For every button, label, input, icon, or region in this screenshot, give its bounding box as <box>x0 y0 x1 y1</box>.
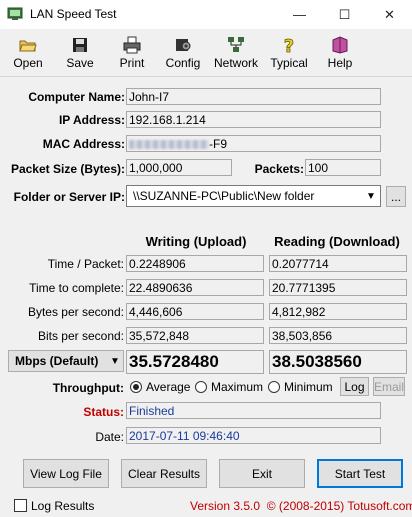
config-gear-icon <box>176 39 191 51</box>
time-per-packet-read: 0.2077714 <box>269 255 407 272</box>
ip-address-field: 192.168.1.214 <box>126 111 381 128</box>
exit-button[interactable]: Exit <box>219 459 305 488</box>
browse-button[interactable]: ... <box>386 186 406 207</box>
svg-text:?: ? <box>284 36 294 54</box>
bytes-per-second-label: Bytes per second: <box>27 305 124 319</box>
status-field: Finished <box>126 402 381 419</box>
time-to-complete-label: Time to complete: <box>29 281 124 295</box>
throughput-label: Throughput: <box>52 381 124 395</box>
bits-per-second-write: 35,572,848 <box>126 327 264 344</box>
throughput-minimum-radio[interactable]: Minimum <box>268 380 333 394</box>
computer-name-field: John-I7 <box>126 88 381 105</box>
chevron-down-icon[interactable]: ▼ <box>362 191 380 202</box>
throughput-average-radio[interactable]: Average <box>130 380 190 394</box>
throughput-maximum-radio[interactable]: Maximum <box>195 380 263 394</box>
packet-size-field[interactable]: 1,000,000 <box>126 159 232 176</box>
packets-field[interactable]: 100 <box>305 159 381 176</box>
email-button[interactable]: Email <box>373 377 405 396</box>
bytes-per-second-read: 4,812,982 <box>269 303 407 320</box>
date-field: 2017-07-11 09:46:40 <box>126 427 381 444</box>
clear-results-button[interactable]: Clear Results <box>121 459 207 488</box>
app-icon <box>7 6 23 22</box>
toolbar-config-button[interactable]: Config <box>162 36 204 74</box>
bytes-per-second-write: 4,446,606 <box>126 303 264 320</box>
toolbar-print-button[interactable]: Print <box>113 36 151 74</box>
mac-address-label: MAC Address: <box>42 137 125 151</box>
time-per-packet-write: 0.2248906 <box>126 255 264 272</box>
folder-server-value: \\SUZANNE-PC\Public\New folder <box>133 189 315 203</box>
view-log-file-button[interactable]: View Log File <box>23 459 109 488</box>
open-folder-icon <box>19 40 37 52</box>
packet-size-label: Packet Size (Bytes): <box>10 162 125 176</box>
folder-server-label: Folder or Server IP: <box>13 190 125 204</box>
computer-name-label: Computer Name: <box>28 90 125 104</box>
folder-server-combo[interactable]: \\SUZANNE-PC\Public\New folder ▼ <box>126 185 381 207</box>
status-label: Status: <box>83 405 124 419</box>
log-button[interactable]: Log <box>340 377 369 396</box>
toolbar-typical-button[interactable]: ? Typical <box>268 36 310 74</box>
log-results-checkbox[interactable] <box>14 499 27 512</box>
window-title: LAN Speed Test <box>30 7 117 21</box>
start-test-button[interactable]: Start Test <box>317 459 403 488</box>
minimize-button[interactable]: — <box>277 0 322 29</box>
log-results-label: Log Results <box>31 499 95 513</box>
time-to-complete-read: 20.7771395 <box>269 279 407 296</box>
close-button[interactable]: ✕ <box>367 0 412 29</box>
maximize-button[interactable]: ☐ <box>322 0 367 29</box>
writing-header: Writing (Upload) <box>145 234 247 249</box>
chevron-down-icon[interactable]: ▼ <box>107 356 123 367</box>
mac-redacted <box>129 140 209 150</box>
floppy-disk-icon <box>73 38 87 52</box>
time-to-complete-write: 22.4890636 <box>126 279 264 296</box>
reading-header: Reading (Download) <box>274 234 400 249</box>
question-mark-icon: ? <box>283 36 294 54</box>
network-icon <box>228 37 244 52</box>
time-per-packet-label: Time / Packet: <box>47 257 124 271</box>
version-text: Version 3.5.0 © (2008-2015) Totusoft.com <box>190 499 412 513</box>
toolbar-help-button[interactable]: Help <box>324 36 356 74</box>
toolbar-divider <box>0 76 412 77</box>
unit-select[interactable]: Mbps (Default) ▼ <box>8 350 124 372</box>
bits-per-second-label: Bits per second: <box>37 329 124 343</box>
read-mbps-field: 38.5038560 <box>269 350 407 374</box>
printer-icon <box>123 36 141 54</box>
date-label: Date: <box>95 430 124 444</box>
packets-label: Packets: <box>254 162 304 176</box>
toolbar-open-button[interactable]: Open <box>10 36 46 74</box>
write-mbps-field: 35.5728480 <box>126 350 264 374</box>
help-book-icon <box>332 36 348 54</box>
mac-address-field: -F9 <box>126 135 381 152</box>
ip-address-label: IP Address: <box>58 113 125 127</box>
bits-per-second-read: 38,503,856 <box>269 327 407 344</box>
unit-select-value: Mbps (Default) <box>15 354 99 368</box>
toolbar-network-button[interactable]: Network <box>211 36 261 74</box>
toolbar-save-button[interactable]: Save <box>62 36 98 74</box>
